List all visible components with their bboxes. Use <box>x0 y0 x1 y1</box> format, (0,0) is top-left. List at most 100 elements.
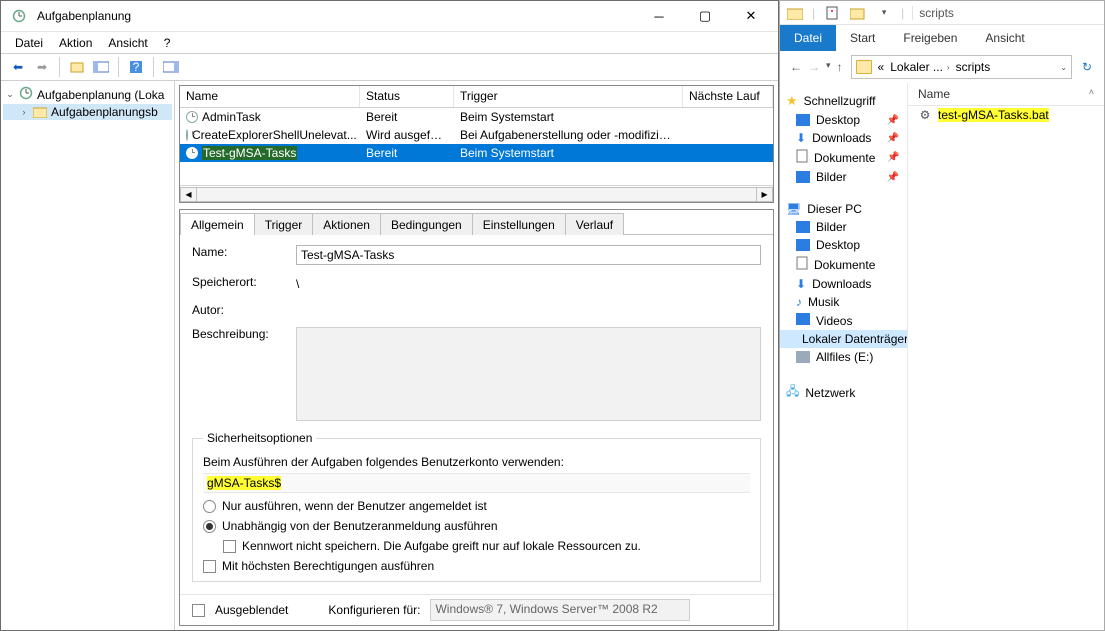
forward-button[interactable]: ➡ <box>31 56 53 78</box>
navigation-tree[interactable]: ⌄ Aufgabenplanung (Loka › Aufgabenplanun… <box>1 81 175 630</box>
security-prompt: Beim Ausführen der Aufgaben folgendes Be… <box>203 455 750 469</box>
address-box[interactable]: « Lokaler ...› scripts ⌄ <box>851 55 1072 79</box>
tree-library[interactable]: › Aufgabenplanungsb <box>3 104 172 120</box>
divider-icon: | <box>901 6 904 20</box>
menu-ansicht[interactable]: Ansicht <box>102 34 153 52</box>
opt-highest[interactable]: Mit höchsten Berechtigungen ausführen <box>203 559 750 573</box>
file-list[interactable]: Name ˄ ⚙ test-gMSA-Tasks.bat <box>908 83 1104 630</box>
toolbar-action-1[interactable] <box>66 56 88 78</box>
label-description: Beschreibung: <box>192 327 284 341</box>
qat-dropdown-icon[interactable]: ▾ <box>875 4 893 22</box>
folder-icon <box>856 60 872 74</box>
nav-item-pictures[interactable]: Bilder📌 <box>780 168 907 186</box>
star-icon: ★ <box>786 93 798 109</box>
scroll-track[interactable] <box>197 187 756 202</box>
opt-independent[interactable]: Unabhängig von der Benutzeranmeldung aus… <box>203 519 750 533</box>
tab-bedingungen[interactable]: Bedingungen <box>380 213 473 235</box>
back-button[interactable]: ⬅ <box>7 56 29 78</box>
expand-icon[interactable]: › <box>19 107 29 117</box>
tree-root[interactable]: ⌄ Aufgabenplanung (Loka <box>3 85 172 104</box>
opt-nopass[interactable]: Kennwort nicht speichern. Die Aufgabe gr… <box>223 539 750 553</box>
label-name: Name: <box>192 245 284 259</box>
nav-item-pictures-pc[interactable]: Bilder <box>780 218 907 236</box>
download-icon: ⬇ <box>796 131 806 145</box>
tab-trigger[interactable]: Trigger <box>254 213 314 235</box>
ribbon-tabs: Datei Start Freigeben Ansicht <box>780 25 1104 51</box>
nav-item-desktop-pc[interactable]: Desktop <box>780 236 907 254</box>
file-column-header[interactable]: Name ˄ <box>908 83 1104 106</box>
nav-up-icon[interactable]: ↑ <box>837 60 843 74</box>
col-name[interactable]: Name <box>180 86 360 107</box>
nav-quickaccess[interactable]: ★Schnellzugriff <box>780 87 907 111</box>
nav-item-music[interactable]: ♪Musik <box>780 293 907 311</box>
nav-item-documents-pc[interactable]: Dokumente <box>780 254 907 275</box>
menu-aktion[interactable]: Aktion <box>53 34 98 52</box>
pin-icon: 📌 <box>887 152 899 163</box>
opt-loggedon[interactable]: Nur ausführen, wenn der Benutzer angemel… <box>203 499 750 513</box>
refresh-button[interactable]: ↻ <box>1076 60 1098 74</box>
tab-ansicht[interactable]: Ansicht <box>971 25 1038 51</box>
nav-thispc[interactable]: 🖥Dieser PC <box>780 196 907 218</box>
col-status[interactable]: Status <box>360 86 454 107</box>
close-button[interactable]: ✕ <box>728 1 774 31</box>
general-footer: Ausgeblendet Konfigurieren für: Windows®… <box>180 594 773 625</box>
tab-datei[interactable]: Datei <box>780 25 836 51</box>
tree-library-label: Aufgabenplanungsb <box>51 105 158 119</box>
help-button[interactable]: ? <box>125 56 147 78</box>
nav-item-allfiles[interactable]: Allfiles (E:) <box>780 348 907 366</box>
toolbar-action-2[interactable] <box>90 56 112 78</box>
task-trigger: Bei Aufgabenerstellung oder -modifizieru… <box>454 128 683 142</box>
nav-history-icon[interactable]: ▾ <box>826 60 831 74</box>
breadcrumb-prefix: « <box>878 60 885 74</box>
tree-root-label: Aufgabenplanung (Loka <box>37 88 164 102</box>
breadcrumb-item[interactable]: scripts <box>956 60 991 74</box>
breadcrumb-item[interactable]: Lokaler ...› <box>890 60 949 74</box>
tab-freigeben[interactable]: Freigeben <box>889 25 971 51</box>
tab-aktionen[interactable]: Aktionen <box>312 213 381 235</box>
col-next[interactable]: Nächste Lauf <box>683 86 773 107</box>
properties-icon[interactable] <box>823 4 841 22</box>
nav-forward-icon[interactable]: → <box>808 60 820 74</box>
scroll-left-icon[interactable]: ◂ <box>180 187 197 202</box>
task-trigger: Beim Systemstart <box>454 110 683 124</box>
scroll-right-icon[interactable]: ▸ <box>756 187 773 202</box>
horizontal-scrollbar[interactable]: ◂ ▸ <box>180 185 773 202</box>
new-folder-icon[interactable] <box>849 4 867 22</box>
select-configurefor[interactable]: Windows® 7, Windows Server™ 2008 R2 <box>430 599 690 621</box>
tab-einstellungen[interactable]: Einstellungen <box>472 213 566 235</box>
task-row[interactable]: AdminTask Bereit Beim Systemstart <box>180 108 773 126</box>
menu-help[interactable]: ? <box>158 34 177 52</box>
nav-item-documents[interactable]: Dokumente📌 <box>780 147 907 168</box>
menu-datei[interactable]: Datei <box>9 34 49 52</box>
nav-item-downloads[interactable]: ⬇Downloads📌 <box>780 129 907 147</box>
navigation-pane[interactable]: ★Schnellzugriff Desktop📌 ⬇Downloads📌 Dok… <box>780 83 908 630</box>
col-trigger[interactable]: Trigger <box>454 86 683 107</box>
field-name[interactable]: Test-gMSA-Tasks <box>296 245 761 265</box>
task-row[interactable]: CreateExplorerShellUnelevat... Wird ausg… <box>180 126 773 144</box>
nav-item-localdisk[interactable]: Lokaler Datenträger <box>780 330 907 348</box>
tab-allgemein[interactable]: Allgemein <box>180 213 255 235</box>
toolbar-action-3[interactable] <box>160 56 182 78</box>
field-description[interactable] <box>296 327 761 421</box>
file-row[interactable]: ⚙ test-gMSA-Tasks.bat <box>908 106 1104 124</box>
task-scheduler-window: Aufgabenplanung ─ ▢ ✕ Datei Aktion Ansic… <box>0 0 779 631</box>
tab-verlauf[interactable]: Verlauf <box>565 213 624 235</box>
dropdown-icon[interactable]: ⌄ <box>1060 63 1067 72</box>
minimize-button[interactable]: ─ <box>636 1 682 31</box>
radio-icon <box>203 500 216 513</box>
titlebar[interactable]: Aufgabenplanung ─ ▢ ✕ <box>1 1 778 31</box>
collapse-icon[interactable]: ⌄ <box>5 89 15 100</box>
nav-item-videos[interactable]: Videos <box>780 311 907 330</box>
explorer-window: | ▾ | scripts Datei Start Freigeben Ansi… <box>779 0 1105 631</box>
task-status: Bereit <box>360 146 454 160</box>
task-row-selected[interactable]: Test-gMSA-Tasks Bereit Beim Systemstart <box>180 144 773 162</box>
nav-item-downloads-pc[interactable]: ⬇Downloads <box>780 275 907 293</box>
nav-item-desktop[interactable]: Desktop📌 <box>780 111 907 129</box>
nav-back-icon[interactable]: ← <box>790 60 802 74</box>
col-name-header[interactable]: Name <box>918 87 1089 101</box>
nav-network[interactable]: 🖧Netzwerk <box>780 376 907 405</box>
maximize-button[interactable]: ▢ <box>682 1 728 31</box>
checkbox-hidden[interactable] <box>192 604 205 617</box>
task-name: Test-gMSA-Tasks <box>202 146 297 160</box>
tab-start[interactable]: Start <box>836 25 889 51</box>
